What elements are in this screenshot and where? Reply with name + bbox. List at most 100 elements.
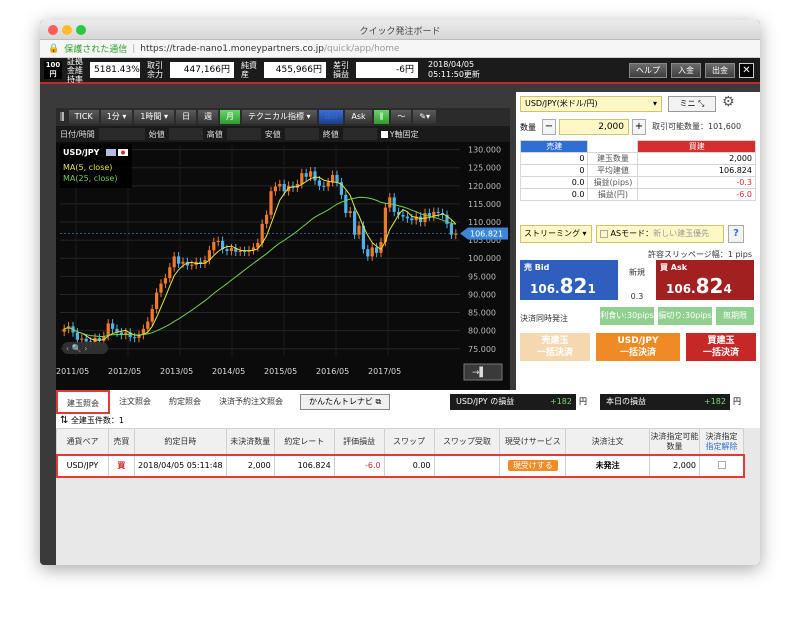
yaxis-fix-checkbox[interactable] — [380, 130, 388, 138]
legend-ma5: MA(5, close) — [63, 163, 112, 172]
candle-icon[interactable]: ⫼ — [373, 110, 390, 124]
chart-type-icon[interactable]: ⫼ — [60, 112, 65, 123]
spread-display: 新規 0.3 — [629, 268, 645, 301]
pair-settle-all-button[interactable]: USD/JPY 一括決済 — [596, 333, 680, 361]
candle-body — [348, 211, 352, 213]
daily-pl-box: 本日の損益 +182 円 — [600, 394, 744, 410]
lock-icon: 🔒 — [48, 43, 60, 54]
month-button[interactable]: 月 — [220, 110, 240, 124]
url-text[interactable]: https://trade-nano1.moneypartners.co.jp/… — [140, 44, 399, 54]
candle-body — [449, 223, 453, 235]
draw-tool-icon[interactable]: ✎▾ — [413, 110, 437, 124]
legend-ma25: MA(25, close) — [63, 174, 118, 183]
simul-order-label: 決済同時発注 — [520, 314, 568, 323]
take-profit-button[interactable]: 利食い:30pips — [600, 307, 654, 325]
candle-body — [401, 214, 405, 217]
candle-body — [419, 216, 423, 223]
day-button[interactable]: 日 — [176, 110, 196, 124]
no-expiry-button[interactable]: 無期限 — [716, 307, 754, 325]
candle-body — [84, 338, 88, 342]
candle-body — [410, 218, 414, 221]
line-icon[interactable]: 〜 — [391, 110, 412, 124]
candle-body — [168, 267, 172, 279]
x-tick-label: 2015/05 — [264, 367, 297, 376]
trade-navi-button[interactable]: かんたんトレナビ ⧉ — [300, 394, 391, 410]
candle-body — [269, 191, 273, 215]
y-tick-label: 85.000 — [468, 309, 496, 318]
1min-select[interactable]: 1分 ▾ — [100, 110, 133, 124]
candle-body — [106, 323, 110, 337]
currency-pair-select[interactable]: USD/JPY(米ドル/円) ▾ — [520, 96, 662, 112]
positions-table: 通貨ペア 売買 約定日時 未決済数量 約定レート 評価損益 スワップ スワップ受… — [55, 428, 745, 478]
price-chart[interactable]: 130.000125.000120.000115.000110.000105.0… — [56, 142, 510, 390]
candle-body — [181, 261, 185, 264]
bid-button[interactable]: Bid — [318, 110, 344, 124]
gear-icon[interactable]: ⚙ — [722, 94, 735, 110]
physical-delivery-button[interactable]: 現受けする — [507, 460, 558, 471]
tab-executions[interactable]: 約定照会 — [160, 390, 210, 414]
sell-settle-all-button[interactable]: 売建玉 一括決済 — [520, 333, 590, 361]
asmode-checkbox[interactable]: ASモード：新しい建玉優先 — [596, 225, 724, 243]
sort-icon[interactable]: ⇅ — [60, 415, 68, 426]
settle-assign-checkbox[interactable] — [717, 460, 726, 469]
ohlc-row: 日付/時間 始値 高値 安値 終値 Y軸固定 — [56, 126, 510, 142]
unassign-link[interactable]: 指定解除 — [706, 442, 738, 451]
stat-margin-ratio: 証拠金維持率 5181.43% — [67, 56, 140, 84]
candle-body — [353, 211, 357, 235]
week-button[interactable]: 週 — [198, 110, 218, 124]
streaming-select[interactable]: ストリーミング ▾ — [520, 225, 592, 243]
qty-minus-button[interactable]: − — [542, 119, 556, 135]
x-tick-label: 2014/05 — [212, 367, 245, 376]
address-bar[interactable]: 🔒 保護された通信 | https://trade-nano1.moneypar… — [40, 40, 760, 58]
candle-body — [80, 338, 84, 340]
candle-body — [150, 308, 154, 322]
candle-body — [304, 173, 308, 177]
mini-button[interactable]: ミニ ⤡ — [668, 96, 716, 112]
jp-flag-dot — [121, 150, 125, 155]
table-header: 通貨ペア 売買 約定日時 未決済数量 約定レート 評価損益 スワップ スワップ受… — [56, 428, 744, 455]
slippage-label: 許容スリッページ幅：1 pips — [647, 250, 752, 259]
ask-button[interactable]: 買 Ask 106.824 — [656, 260, 754, 300]
1hour-select[interactable]: 1時間 ▾ — [134, 110, 174, 124]
bid-button[interactable]: 売 Bid 106.821 — [520, 260, 618, 300]
help-icon[interactable]: ? — [728, 225, 744, 243]
candle-body — [62, 328, 66, 332]
table-row[interactable]: USD/JPY 買 2018/04/05 05:11:48 2,000 106.… — [55, 453, 745, 478]
sell-head: 売建 — [519, 140, 589, 153]
candle-body — [163, 278, 167, 284]
position-summary: 売建 買建 0 建玉数量 2,000 0 平均建値 106.824 0.0 損益(pips… — [519, 140, 756, 201]
withdraw-button[interactable]: 出金 — [705, 62, 735, 78]
tab-reserved-orders[interactable]: 決済予約注文照会 — [210, 390, 292, 414]
ask-button[interactable]: Ask — [345, 110, 372, 124]
tick-button[interactable]: TICK — [68, 110, 99, 124]
candle-body — [309, 171, 313, 177]
technical-select[interactable]: テクニカル指標 ▾ — [242, 110, 317, 124]
candle-body — [335, 174, 339, 183]
available-qty: 取引可能数量：101,600 — [652, 122, 742, 131]
secure-label: 保護された通信 — [64, 45, 128, 55]
candle-body — [344, 194, 348, 213]
help-button[interactable]: ヘルプ — [629, 62, 667, 78]
candle-body — [146, 321, 150, 329]
qty-input[interactable]: 2,000 — [559, 119, 629, 135]
y-tick-label: 100.000 — [468, 254, 501, 263]
qty-plus-button[interactable]: + — [632, 119, 646, 135]
candle-body — [265, 214, 269, 224]
candle-body — [225, 249, 229, 251]
app-window: クイック発注ボード 🔒 保護された通信 | https://trade-nano… — [40, 20, 760, 565]
candle-body — [111, 323, 115, 329]
stop-loss-button[interactable]: 損切り:30pips — [658, 307, 712, 325]
account-bar: 100 円 証拠金維持率 5181.43% 取引余力 447,166円 純資産 455,… — [40, 56, 760, 84]
close-icon[interactable]: ✕ — [739, 62, 754, 78]
buy-settle-all-button[interactable]: 買建玉 一括決済 — [686, 333, 756, 361]
y-tick-label: 130.000 — [468, 146, 501, 155]
y-tick-label: 80.000 — [468, 327, 496, 336]
x-tick-label: 2017/05 — [368, 367, 401, 376]
candle-body — [366, 249, 370, 257]
tab-orders[interactable]: 注文照会 — [110, 390, 160, 414]
x-tick-label: 2012/05 — [108, 367, 141, 376]
tab-positions[interactable]: 建玉照会 — [56, 390, 110, 414]
pair-pl-box: USD/JPY の損益 +182 円 — [450, 394, 590, 410]
deposit-button[interactable]: 入金 — [671, 62, 701, 78]
candle-body — [331, 174, 335, 183]
